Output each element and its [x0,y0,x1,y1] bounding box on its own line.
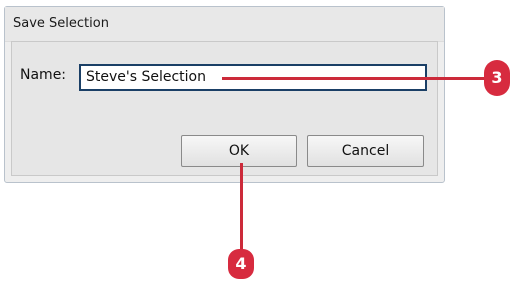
ok-button[interactable]: OK [181,135,297,167]
callout-4-line [240,163,243,251]
callout-3-line [222,77,486,80]
callout-4-badge: 4 [228,249,254,279]
name-label: Name: [20,67,67,83]
callout-3-badge: 3 [484,60,510,96]
cancel-button[interactable]: Cancel [307,135,424,167]
dialog-title: Save Selection [5,7,444,42]
